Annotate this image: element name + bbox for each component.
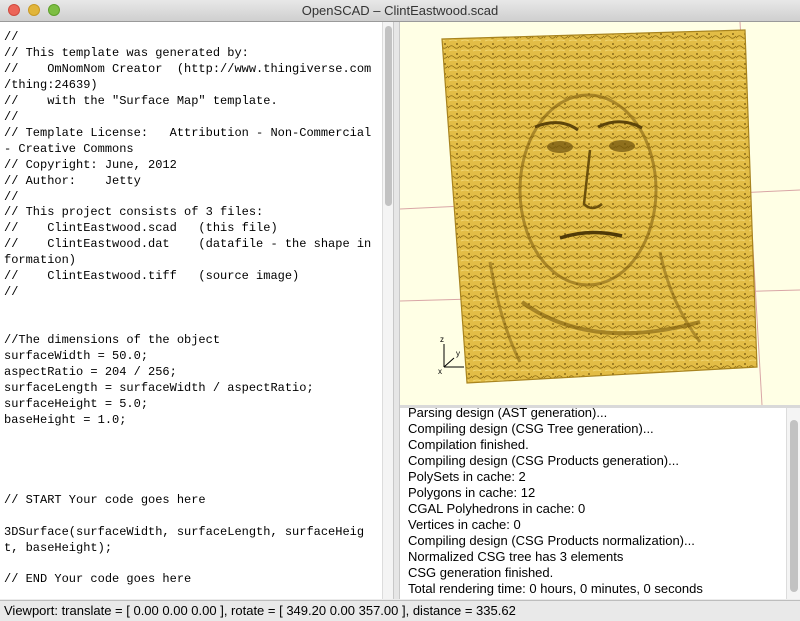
z-axis-label: z <box>440 335 444 344</box>
console-line: PolySets in cache: 2 <box>408 469 526 484</box>
3d-viewport[interactable]: z y x <box>400 22 800 405</box>
3d-scene[interactable]: z y x <box>400 22 800 405</box>
status-bar: Viewport: translate = [ 0.00 0.00 0.00 ]… <box>0 600 800 621</box>
window-title: OpenSCAD – ClintEastwood.scad <box>301 3 499 18</box>
console-vertical-scrollbar[interactable] <box>786 408 800 599</box>
console-line: Compiling design (CSG Products normaliza… <box>408 533 695 548</box>
title-bar: OpenSCAD – ClintEastwood.scad <box>0 0 800 22</box>
code-editor[interactable]: // // This template was generated by: //… <box>0 22 382 599</box>
console-line: Compiling design (CSG Tree generation)..… <box>408 421 654 436</box>
axis-indicator: z y x <box>438 335 464 376</box>
console-output: Parsing design (AST generation)... Compi… <box>400 408 800 599</box>
editor-viewport-splitter[interactable] <box>393 22 400 599</box>
console-line: Normalized CSG tree has 3 elements <box>408 549 624 564</box>
y-axis-label: y <box>456 349 460 358</box>
viewport-status-text: Viewport: translate = [ 0.00 0.00 0.00 ]… <box>4 603 516 618</box>
editor-vertical-scrollbar[interactable] <box>382 22 393 599</box>
console-line: Total rendering time: 0 hours, 0 minutes… <box>408 581 703 596</box>
console-scrollbar-thumb[interactable] <box>790 420 798 592</box>
console-line: Compilation finished. <box>408 437 529 452</box>
console-line: Polygons in cache: 12 <box>408 485 536 500</box>
console-line: Compiling design (CSG Products generatio… <box>408 453 679 468</box>
console-line: Parsing design (AST generation)... <box>408 408 608 420</box>
console-line: CSG generation finished. <box>408 565 554 580</box>
console-line: CGAL Polyhedrons in cache: 0 <box>408 501 586 516</box>
editor-scrollbar-thumb[interactable] <box>385 26 392 206</box>
x-axis-label: x <box>438 367 442 376</box>
console-line: Vertices in cache: 0 <box>408 517 521 532</box>
surface-model <box>441 29 758 384</box>
editor-code-text[interactable]: // // This template was generated by: //… <box>4 30 371 588</box>
y-axis-line <box>443 357 455 368</box>
